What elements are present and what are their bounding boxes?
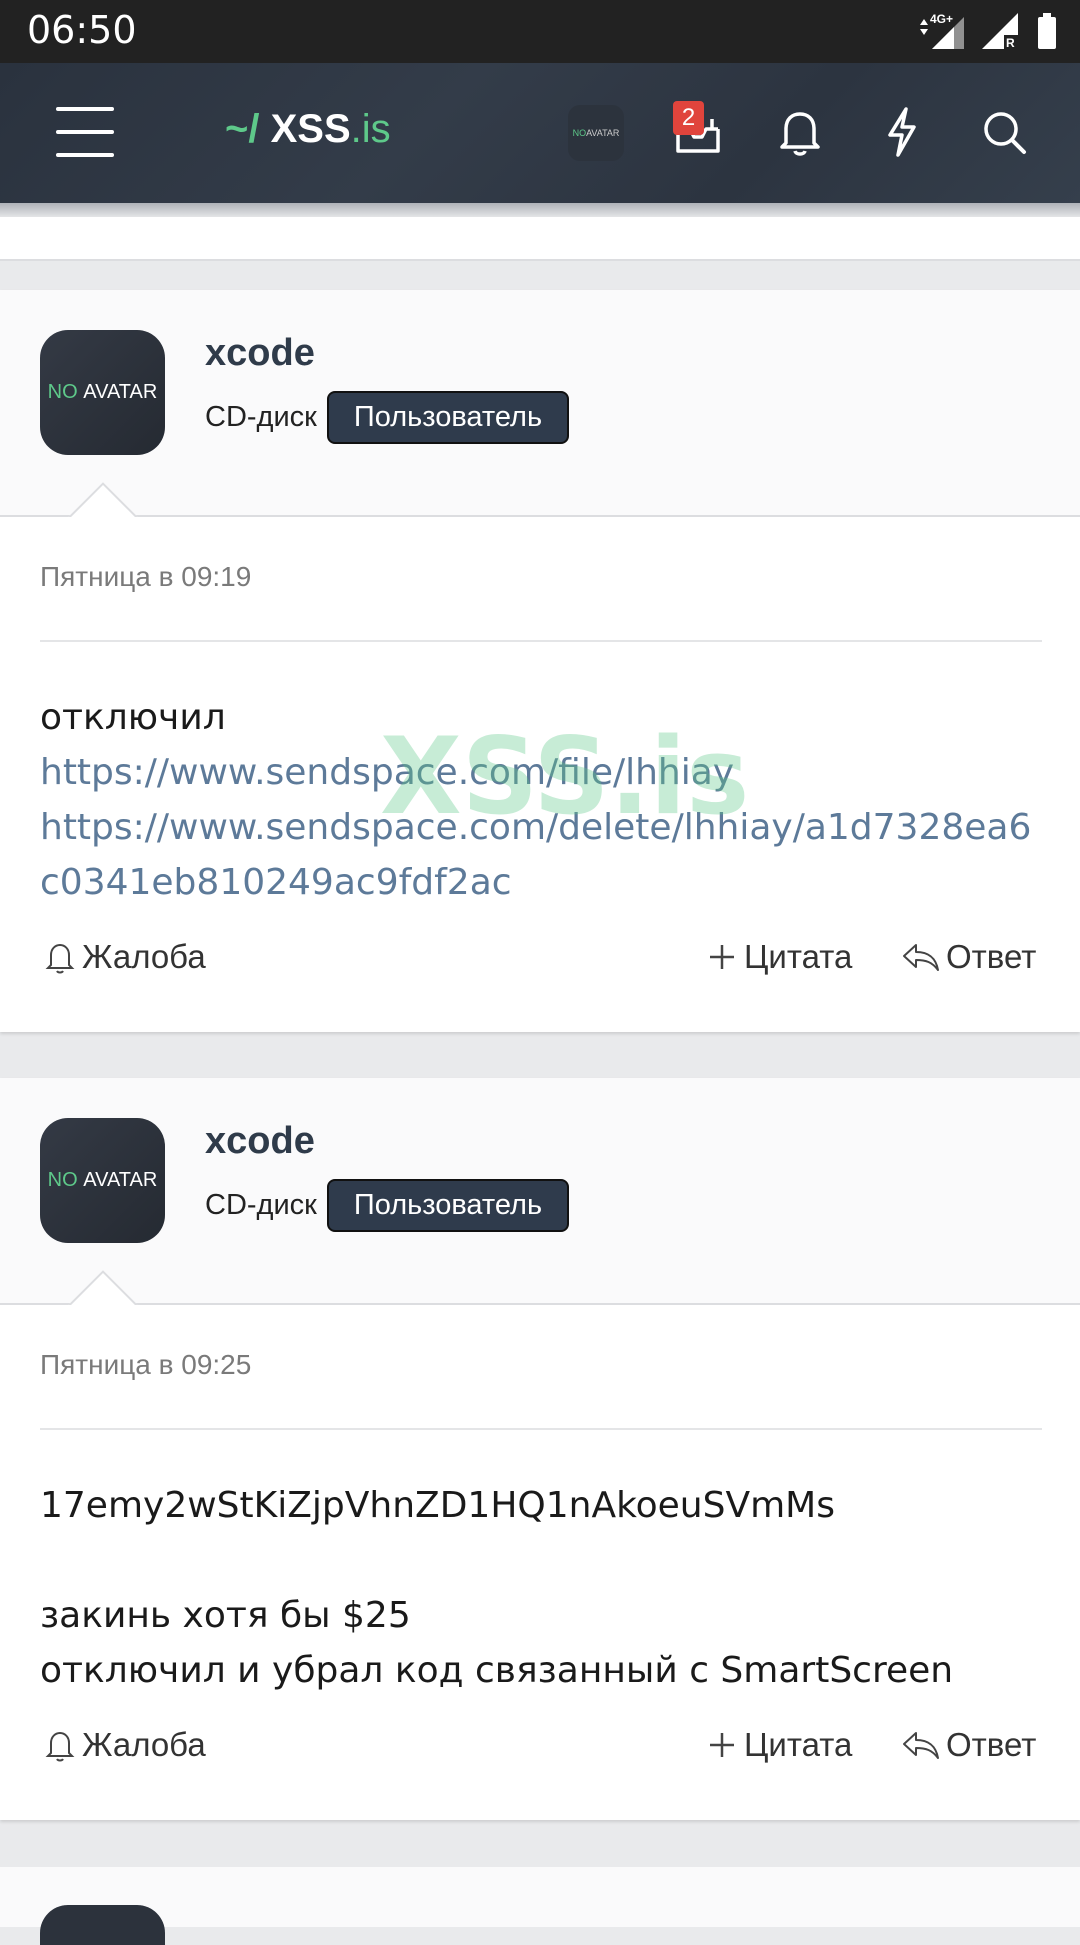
plus-icon	[710, 1733, 734, 1757]
post-header: NO AVATAR xcode CD-диск Пользователь	[0, 1078, 1080, 1305]
logo-tld: .is	[350, 107, 391, 151]
post-notch	[66, 1267, 138, 1305]
signal-roaming-icon: R	[982, 13, 1018, 50]
bell-icon[interactable]	[776, 105, 824, 159]
post-actions: Жалоба Цитата Ответ	[0, 1700, 1080, 1820]
post-text: закинь хотя бы $25	[40, 1595, 411, 1636]
avatar-label: AVATAR	[83, 381, 158, 403]
post-date[interactable]: Пятница в 09:25	[40, 1305, 1042, 1430]
post-text: отключил и убрал код связанный с SmartSc…	[40, 1650, 954, 1691]
avatar-no-text: NO	[572, 128, 587, 138]
post-content: отключил https://www.sendspace.com/file/…	[40, 642, 1042, 912]
plus-icon	[710, 945, 734, 969]
roaming-indicator: R	[1006, 36, 1015, 50]
post-content: 17emy2wStKiZjpVhnZD1HQ1nAkoeuSVmMs закин…	[40, 1430, 1042, 1700]
role-badge: Пользователь	[326, 391, 570, 444]
post: NO AVATAR xcode CD-диск Пользователь Пят…	[0, 290, 1080, 1032]
post-header: NO AVATAR xcode CD-диск Пользователь	[0, 290, 1080, 517]
post: NO AVATAR xcode CD-диск Пользователь Пят…	[0, 1078, 1080, 1820]
previous-post-end	[0, 217, 1080, 261]
network-type: 4G+	[930, 12, 953, 26]
inbox-badge: 2	[673, 101, 704, 135]
post-link[interactable]: https://www.sendspace.com/delete/lhhiay/…	[40, 800, 1042, 910]
post-text: 17emy2wStKiZjpVhnZD1HQ1nAkoeuSVmMs	[40, 1485, 835, 1526]
site-logo[interactable]: ~/ XSS.is	[225, 107, 391, 152]
reply-icon	[903, 1732, 939, 1759]
user-avatar[interactable]: NO AVATAR	[40, 1118, 165, 1243]
reply-button[interactable]: Ответ	[902, 1726, 1036, 1764]
reply-label: Ответ	[946, 1726, 1037, 1763]
user-title-row: CD-диск Пользователь	[205, 391, 570, 444]
user-title-row: CD-диск Пользователь	[205, 1179, 570, 1232]
post-date[interactable]: Пятница в 09:19	[40, 517, 1042, 642]
report-button[interactable]: Жалоба	[44, 1726, 206, 1764]
post-link[interactable]: https://www.sendspace.com/file/lhhiay	[40, 745, 1042, 800]
menu-icon[interactable]	[56, 107, 114, 157]
next-post-peek	[0, 1867, 1080, 1945]
account-avatar[interactable]: NO AVATAR	[568, 105, 624, 161]
avatar-label: AVATAR	[83, 1169, 158, 1191]
header-shadow	[0, 203, 1080, 217]
user-title: CD-диск	[205, 401, 317, 433]
status-bar: 06:50 4G+ R	[0, 0, 1080, 63]
report-label: Жалоба	[82, 1726, 206, 1763]
user-avatar[interactable]	[40, 1905, 165, 1945]
report-button[interactable]: Жалоба	[44, 938, 206, 976]
role-badge: Пользователь	[326, 1179, 570, 1232]
lightning-icon[interactable]	[878, 105, 926, 159]
bell-icon	[45, 943, 75, 974]
reply-icon	[903, 944, 939, 971]
report-label: Жалоба	[82, 938, 206, 975]
reply-label: Ответ	[946, 938, 1037, 975]
logo-prefix: ~/	[225, 107, 260, 151]
quote-button[interactable]: Цитата	[706, 1726, 852, 1764]
username[interactable]: xcode	[205, 332, 315, 375]
post-body: Пятница в 09:19 отключил https://www.sen…	[0, 517, 1080, 912]
avatar-no-text: NO	[47, 1169, 78, 1191]
site-header: ~/ XSS.is NO AVATAR 2	[0, 63, 1080, 203]
battery-icon	[1038, 13, 1056, 49]
bell-icon	[45, 1731, 75, 1762]
post-text: отключил	[40, 697, 226, 738]
post-actions: Жалоба Цитата Ответ	[0, 912, 1080, 1032]
quote-label: Цитата	[744, 938, 853, 975]
status-icons: 4G+ R	[914, 10, 1058, 52]
user-title: CD-диск	[205, 1189, 317, 1221]
avatar-no-text: NO	[47, 381, 78, 403]
post-notch	[66, 479, 138, 517]
quote-button[interactable]: Цитата	[706, 938, 852, 976]
quote-label: Цитата	[744, 1726, 853, 1763]
username[interactable]: xcode	[205, 1120, 315, 1163]
status-time: 06:50	[27, 8, 137, 52]
reply-button[interactable]: Ответ	[902, 938, 1036, 976]
post-body: Пятница в 09:25 17emy2wStKiZjpVhnZD1HQ1n…	[0, 1305, 1080, 1700]
search-icon[interactable]	[980, 105, 1028, 159]
logo-name: XSS	[270, 107, 351, 151]
network-4g-icon: 4G+	[920, 12, 964, 49]
user-avatar[interactable]: NO AVATAR	[40, 330, 165, 455]
avatar-label: AVATAR	[586, 128, 620, 138]
